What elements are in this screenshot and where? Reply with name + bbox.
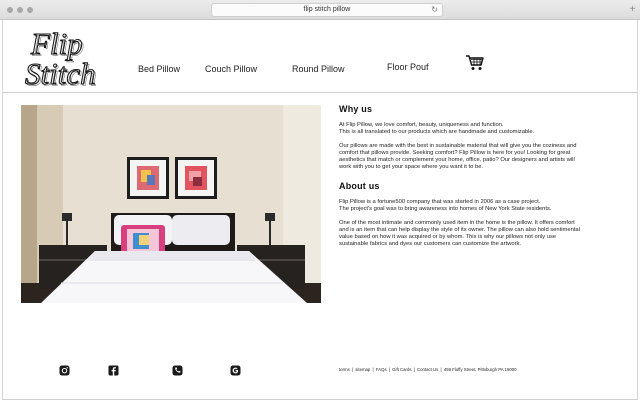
- text-line: sustainable fabrics and dyes our custome…: [339, 241, 522, 248]
- footer-link-gift-cards[interactable]: Gift Cards: [392, 367, 411, 372]
- logo-graphic: Flip Stitch Flip Stitch: [24, 25, 98, 92]
- address-bar-text: flip stitch pillow: [303, 6, 351, 13]
- new-tab-button[interactable]: +: [627, 4, 638, 16]
- web-page: Flip Stitch Flip Stitch Bed Pillow Couch…: [2, 20, 638, 400]
- flip-stitch-logo[interactable]: Flip Stitch Flip Stitch: [23, 24, 115, 92]
- shopping-cart-icon[interactable]: [465, 54, 485, 72]
- nav-round-pillow[interactable]: Round Pillow: [292, 64, 345, 74]
- footer-link-faqs[interactable]: FAQs: [376, 367, 387, 372]
- why-us-paragraph-1: At Flip Pillow, we love comfort, beauty,…: [339, 122, 629, 136]
- separator: |: [440, 367, 442, 372]
- logo-line2-shadow: Stitch: [27, 58, 98, 91]
- about-us-paragraph-1: Flip Pillow is a fortune500 company that…: [339, 199, 629, 213]
- about-us-paragraph-2: One of the most intimate and commonly us…: [339, 220, 629, 248]
- text-line: Flip Pillow is a fortune500 company that…: [339, 198, 541, 205]
- about-section: Why us At Flip Pillow, we love comfort, …: [339, 104, 629, 255]
- separator: |: [413, 367, 415, 372]
- address-bar[interactable]: flip stitch pillow ↻: [211, 3, 443, 17]
- text-line: and is an item that can help display the…: [339, 226, 580, 233]
- text-line: Our pillows are made with the best in su…: [339, 143, 577, 150]
- header-divider: [3, 92, 637, 93]
- text-line: comfort that pillows provide. Seeking co…: [339, 150, 571, 157]
- separator: |: [388, 367, 390, 372]
- reload-icon[interactable]: ↻: [431, 4, 438, 16]
- footer-link-terms[interactable]: terms: [339, 367, 350, 372]
- separator: |: [351, 367, 354, 372]
- text-line: value based on how it was acquired or by…: [339, 233, 557, 240]
- text-line: The project's goal was to bring awarenes…: [339, 205, 552, 212]
- browser-toolbar: flip stitch pillow ↻ +: [0, 0, 640, 20]
- nav-floor-pouf[interactable]: Floor Pouf: [387, 62, 429, 72]
- separator: |: [372, 367, 374, 372]
- google-icon[interactable]: [230, 363, 241, 376]
- about-us-heading: About us: [339, 180, 380, 191]
- phone-icon[interactable]: [172, 363, 183, 376]
- footer-links: terms | sitemap | FAQs | Gift Cards | Co…: [339, 367, 517, 372]
- nav-bed-pillow[interactable]: Bed Pillow: [138, 64, 180, 74]
- text-line: work with you to get your space where yo…: [339, 164, 484, 171]
- minimize-window-icon[interactable]: [17, 7, 23, 13]
- why-us-heading: Why us: [339, 104, 373, 114]
- footer-link-sitemap[interactable]: sitemap: [355, 367, 370, 372]
- instagram-icon[interactable]: [59, 363, 70, 376]
- close-window-icon[interactable]: [7, 7, 13, 13]
- nav-couch-pillow[interactable]: Couch Pillow: [205, 64, 257, 74]
- maximize-window-icon[interactable]: [27, 7, 33, 13]
- footer-link-contact[interactable]: Contact Us: [417, 367, 438, 372]
- text-line: One of the most intimate and commonly us…: [339, 219, 575, 226]
- text-line: At Flip Pillow, we love comfort, beauty,…: [339, 122, 504, 128]
- text-line: aesthetics that match or complement your…: [339, 157, 575, 164]
- why-us-paragraph-2: Our pillows are made with the best in su…: [339, 143, 629, 171]
- facebook-icon[interactable]: [108, 363, 119, 376]
- text-line: This is all translated to our products w…: [339, 129, 535, 136]
- footer-address: 459 Fluffy Street, Pittsburgh PA 15000: [443, 367, 517, 372]
- bedroom-photo: [21, 105, 321, 303]
